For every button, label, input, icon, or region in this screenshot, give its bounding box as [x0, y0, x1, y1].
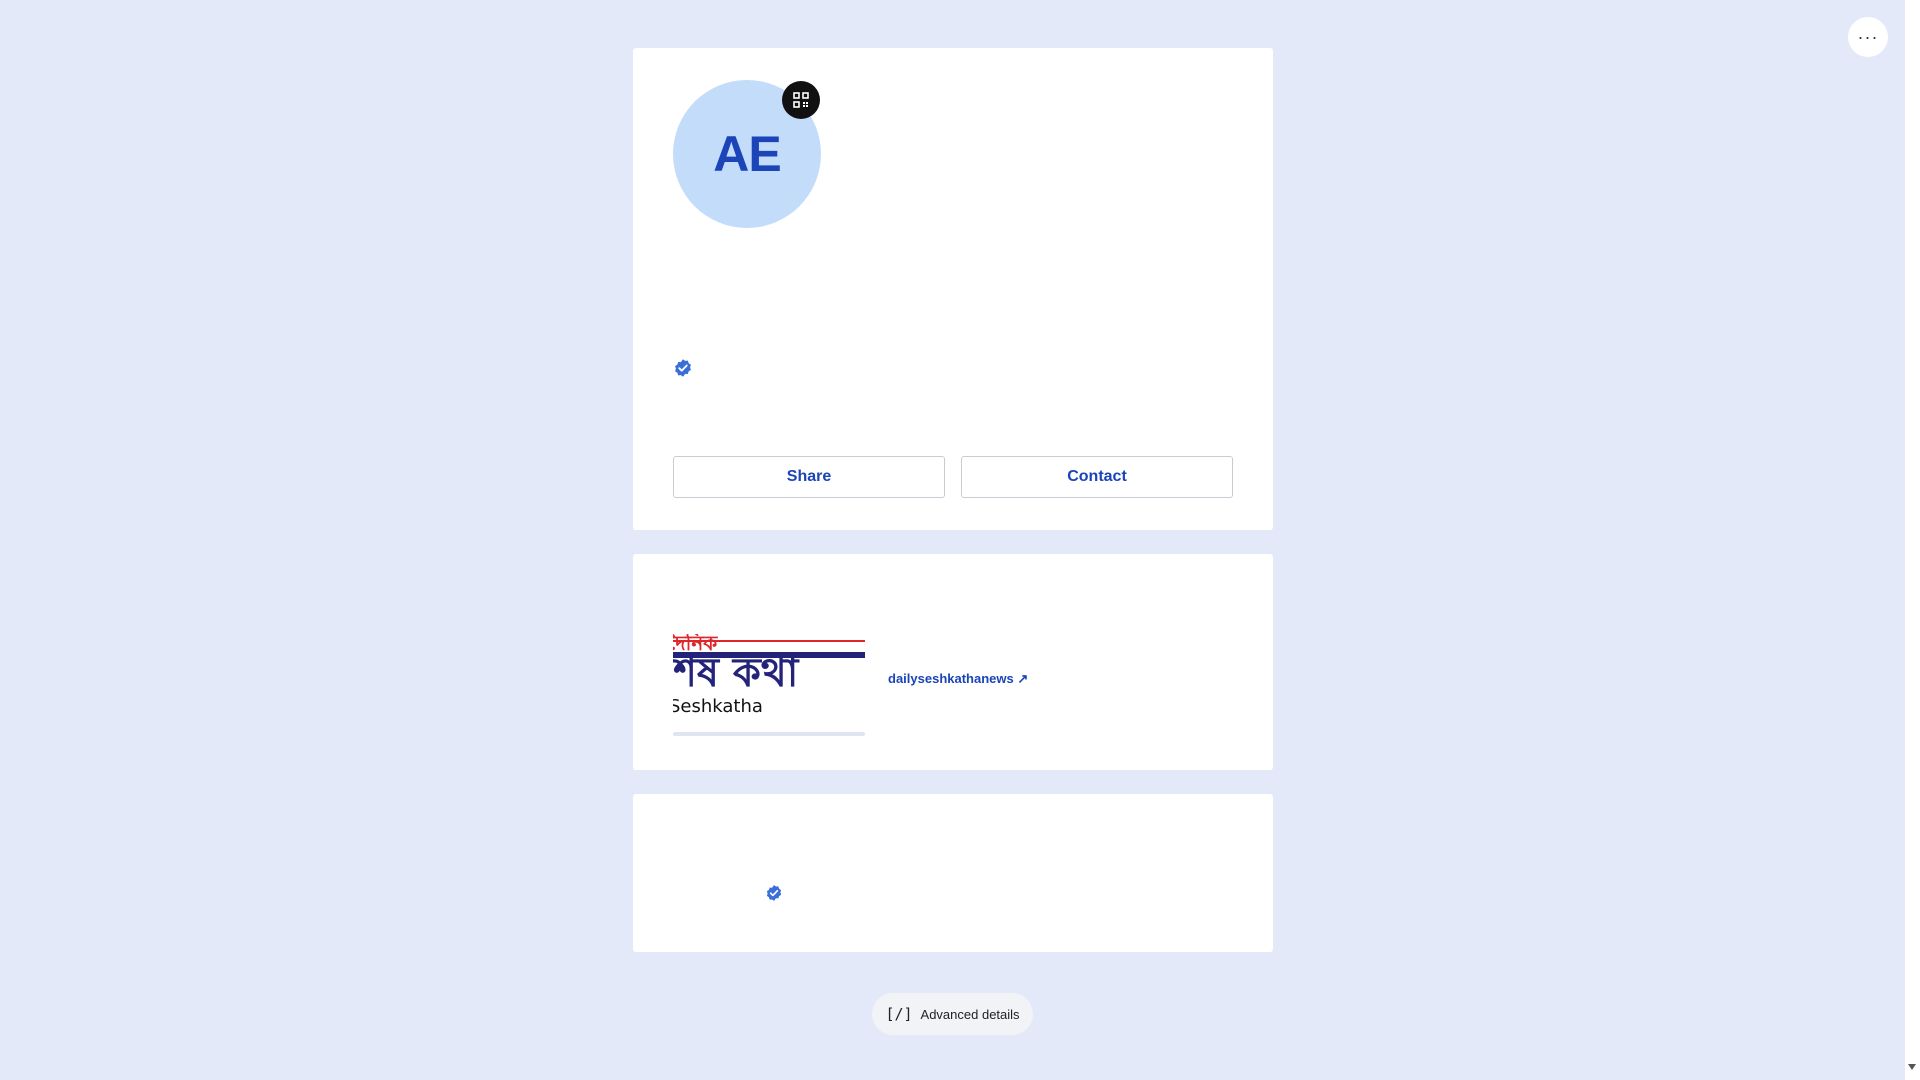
seshkatha-logo: দৈনিক শেষ কথা Seshkatha: [673, 634, 865, 717]
thumbnail-underline: [673, 732, 865, 736]
code-brackets-icon: [/]: [885, 1005, 913, 1023]
verified-badge-icon: [675, 359, 691, 377]
share-button[interactable]: Share: [673, 456, 945, 498]
logo-bengali-main: শেষ কথা: [673, 650, 800, 696]
verification-card: [633, 794, 1273, 952]
scrollbar[interactable]: [1905, 0, 1920, 1080]
avatar-initials: AE: [713, 126, 781, 182]
profile-card: AE Share Contact: [633, 48, 1273, 530]
advanced-details-label: Advanced details: [920, 1006, 1020, 1022]
verified-badge-icon: [766, 885, 782, 901]
link-dailyseshkathanews[interactable]: dailyseshkathanews ↗: [888, 671, 1028, 687]
ellipsis-icon: ···: [1857, 26, 1879, 47]
qr-code-icon: [793, 92, 809, 108]
more-options-button[interactable]: ···: [1848, 17, 1888, 57]
qr-code-button[interactable]: [782, 81, 820, 119]
contact-button[interactable]: Contact: [961, 456, 1233, 498]
logo-caption: Seshkatha: [673, 696, 763, 717]
contact-button-label: Contact: [1067, 468, 1127, 485]
advanced-details-button[interactable]: [/] Advanced details: [872, 993, 1033, 1035]
scroll-down-arrow-icon[interactable]: [1908, 1064, 1916, 1070]
page: ··· AE Share Contact দৈনিক শেষ কথা Seshk…: [0, 0, 1920, 1080]
share-button-label: Share: [786, 468, 832, 485]
links-card: দৈনিক শেষ কথা Seshkatha dailyseshkathane…: [633, 554, 1273, 770]
link-thumbnail[interactable]: দৈনিক শেষ কথা Seshkatha: [673, 634, 865, 724]
